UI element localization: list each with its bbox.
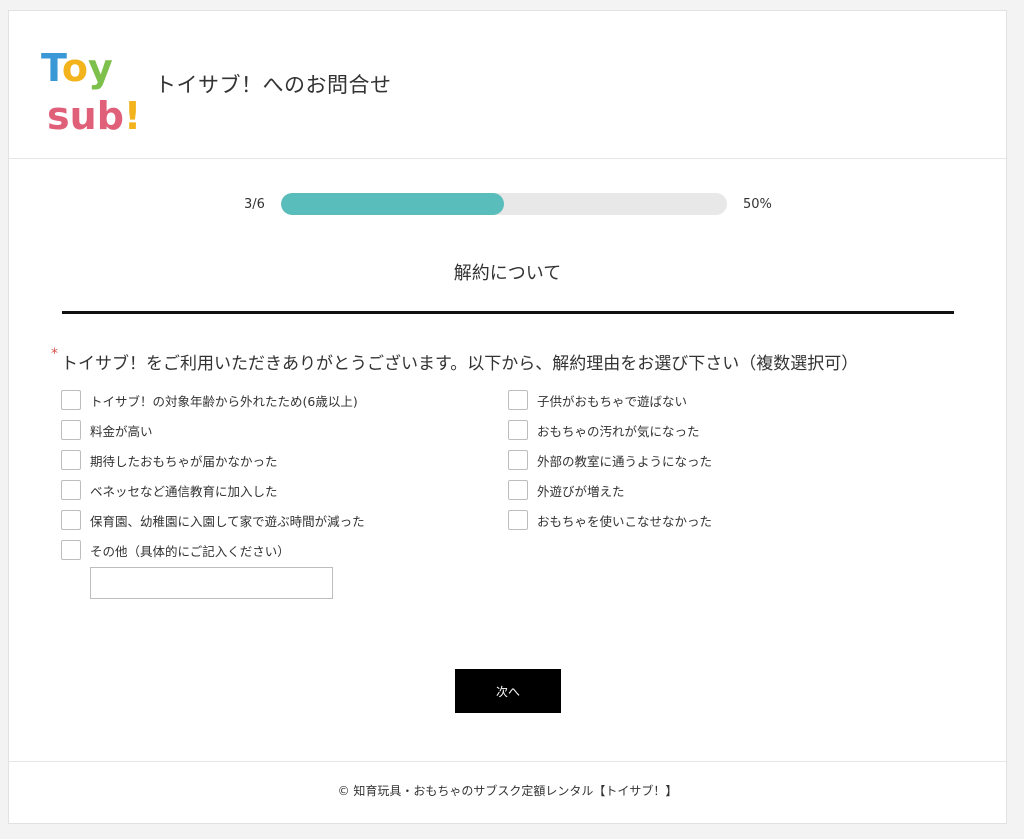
option-toy-dirt[interactable]: おもちゃの汚れが気になった	[508, 419, 700, 441]
form-card: Toy sub! トイサブ！へのお問合せ 3/6 50% 解約について * トイサ…	[8, 10, 1007, 824]
progress-bar-fill	[281, 193, 504, 215]
checkbox[interactable]	[508, 390, 528, 410]
option-label: 外部の教室に通うようになった	[537, 453, 713, 469]
option-age-limit[interactable]: トイサブ！の対象年齢から外れたため(6歳以上)	[61, 389, 358, 411]
question-label: * トイサブ！をご利用いただきありがとうございます。以下から、解約理由をお選び下さ…	[51, 346, 859, 374]
option-label: 外遊びが増えた	[537, 483, 625, 499]
progress-section: 3/6 50%	[9, 191, 1006, 217]
checkbox[interactable]	[61, 510, 81, 530]
progress-step: 3/6	[244, 197, 265, 212]
page-title: トイサブ！へのお問合せ	[155, 73, 392, 97]
other-reason-input[interactable]	[90, 567, 333, 599]
option-price-high[interactable]: 料金が高い	[61, 419, 153, 441]
checkbox[interactable]	[61, 390, 81, 410]
checkbox[interactable]	[508, 510, 528, 530]
checkbox[interactable]	[61, 450, 81, 470]
option-could-not-use-toys[interactable]: おもちゃを使いこなせなかった	[508, 509, 712, 531]
option-label: おもちゃを使いこなせなかった	[537, 513, 713, 529]
question-text: トイサブ！をご利用いただきありがとうございます。以下から、解約理由をお選び下さい…	[61, 354, 859, 374]
checkbox[interactable]	[508, 450, 528, 470]
toysub-logo: Toy sub!	[41, 46, 141, 135]
section-title: 解約について	[453, 263, 562, 284]
option-label: 子供がおもちゃで遊ばない	[537, 393, 688, 409]
option-external-classes[interactable]: 外部の教室に通うようになった	[508, 449, 712, 471]
svg-text:sub!: sub!	[47, 94, 141, 135]
required-mark: *	[51, 346, 58, 362]
option-more-outdoor-play[interactable]: 外遊びが増えた	[508, 479, 625, 501]
option-label: 保育園、幼稚園に入園して家で遊ぶ時間が減った	[90, 513, 365, 529]
option-child-not-playing[interactable]: 子供がおもちゃで遊ばない	[508, 389, 687, 411]
option-label: トイサブ！の対象年齢から外れたため(6歳以上)	[90, 393, 358, 409]
option-label: ベネッセなど通信教育に加入した	[90, 483, 278, 499]
option-label: 料金が高い	[90, 423, 153, 439]
page-header: Toy sub! トイサブ！へのお問合せ	[9, 11, 1006, 159]
option-label: 期待したおもちゃが届かなかった	[90, 453, 278, 469]
checkbox[interactable]	[508, 480, 528, 500]
progress-percent: 50%	[743, 197, 772, 212]
checkbox[interactable]	[508, 420, 528, 440]
option-label: その他（具体的にご記入ください）	[90, 543, 290, 559]
option-other[interactable]: その他（具体的にご記入ください）	[61, 539, 290, 561]
checkbox[interactable]	[61, 540, 81, 560]
footer: © 知育玩具・おもちゃのサブスク定額レンタル【トイサブ！】	[9, 761, 1006, 825]
progress-bar	[281, 193, 727, 215]
option-unexpected-toys[interactable]: 期待したおもちゃが届かなかった	[61, 449, 278, 471]
section-divider	[62, 311, 954, 314]
option-less-home-time[interactable]: 保育園、幼稚園に入園して家で遊ぶ時間が減った	[61, 509, 365, 531]
checkbox[interactable]	[61, 420, 81, 440]
checkbox[interactable]	[61, 480, 81, 500]
svg-text:Toy: Toy	[41, 46, 113, 90]
next-button[interactable]: 次へ	[455, 669, 561, 713]
option-correspondence-course[interactable]: ベネッセなど通信教育に加入した	[61, 479, 278, 501]
option-label: おもちゃの汚れが気になった	[537, 423, 700, 439]
footer-copyright: © 知育玩具・おもちゃのサブスク定額レンタル【トイサブ！】	[337, 784, 678, 798]
